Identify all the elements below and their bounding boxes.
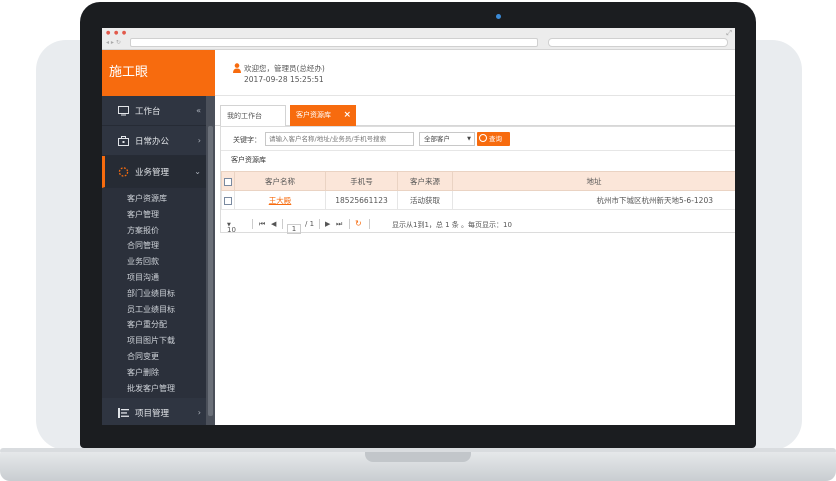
keyword-label: 关键字： [233,136,261,144]
close-icon[interactable]: × [343,105,351,125]
pagination-summary: 显示从1到1，总 1 条 。每页显示：10 [392,221,512,229]
column-header[interactable]: 客户来源 [397,171,453,191]
submenu-item[interactable]: 客户资源库 [102,191,206,207]
last-page-icon[interactable]: ⏭ [336,220,342,229]
sidebar-item-label: 业务管理 [135,167,170,178]
address-bar[interactable] [130,38,538,47]
divider [369,219,370,229]
customer-filter-select[interactable]: 全部客户 ▼ [419,132,475,146]
page-size-select[interactable]: 10 ▼ [227,220,236,234]
laptop-shadow-right [752,40,802,450]
screen: ● ● ● ◂ ▸ ↻ ⤢ 施工眼 欢迎您，管理员(总经办) 2017-09-2… [102,28,735,425]
search-icon [479,134,487,142]
browser-search-box[interactable] [548,38,728,47]
caret-down-icon: ▼ [467,136,471,142]
select-all-cell [221,171,235,191]
page-total: / 1 [305,220,315,228]
chevron-down-icon: ⌄ [194,167,201,176]
sidebar-item-office[interactable]: 日常办公 › [102,126,206,156]
sidebar-item-project[interactable]: 项目管理 › [102,398,206,425]
prev-page-icon[interactable]: ◀ [271,220,276,228]
list-icon [118,407,129,418]
top-header: 欢迎您，管理员(总经办) 2017-09-28 15:25:51 [215,50,735,96]
table-row[interactable]: 王大殿 18525661123 活动获取 杭州市下城区杭州新天地5-6-1203 [221,190,735,210]
select-all-checkbox[interactable] [224,177,232,186]
submenu-item[interactable]: 项目沟通 [102,270,206,286]
browser-nav-arrows[interactable]: ◂ ▸ ↻ [106,39,121,46]
source-cell: 活动获取 [397,190,453,210]
submenu-item[interactable]: 合同管理 [102,238,206,254]
column-header[interactable]: 手机号 [325,171,398,191]
column-header[interactable]: 地址 [452,171,735,191]
page-number-value: 1 [287,224,301,234]
submenu-item[interactable]: 客户重分配 [102,317,206,333]
page-size-value: 10 [227,226,236,234]
main-content: 我的工作台 客户资源库 × 关键字： 请输入客户名称/地址/业务员/手机号搜索 … [215,96,735,425]
customer-pool-panel: 关键字： 请输入客户名称/地址/业务员/手机号搜索 全部客户 ▼ 查询 客户资源… [220,126,735,234]
divider [252,219,253,229]
submenu-item[interactable]: 业务回款 [102,254,206,270]
submenu-item[interactable]: 批发客户管理 [102,381,206,397]
scrollbar-thumb[interactable] [208,126,213,416]
select-value: 全部客户 [424,135,450,143]
query-button[interactable]: 查询 [477,132,510,146]
sidebar-item-workbench[interactable]: 工作台 « [102,96,206,126]
fullscreen-icon[interactable]: ⤢ [726,29,732,38]
welcome-text: 欢迎您，管理员(总经办) [244,64,325,73]
submenu-item[interactable]: 客户删除 [102,365,206,381]
row-select-cell [221,190,235,210]
submenu-item[interactable]: 部门业绩目标 [102,286,206,302]
refresh-icon[interactable]: ↻ [355,219,362,228]
tab-label: 客户资源库 [296,111,331,119]
tab-bar: 我的工作台 客户资源库 × [215,96,735,126]
customer-table: 客户名称 手机号 客户来源 地址 王大殿 18525661123 活动获取 杭州… [221,171,735,210]
briefcase-icon [118,135,129,146]
submenu-item[interactable]: 方案报价 [102,223,206,239]
pagination-bar: 10 ▼ ⏮ ◀ 1 / 1 ▶ ⏭ ↻ 显示从1到1，总 1 条 。每页显示：… [221,214,735,234]
table-header-row: 客户名称 手机号 客户来源 地址 [221,171,735,191]
phone-cell: 18525661123 [325,190,398,210]
address-cell: 杭州市下城区杭州新天地5-6-1203 [452,190,735,210]
submenu-item[interactable]: 合同变更 [102,349,206,365]
collapse-sidebar-icon[interactable]: « [196,106,201,115]
sidebar-scrollbar[interactable] [206,96,215,425]
search-input[interactable]: 请输入客户名称/地址/业务员/手机号搜索 [265,132,414,146]
browser-chrome: ● ● ● ◂ ▸ ↻ ⤢ [102,28,735,50]
submenu-item[interactable]: 项目图片下载 [102,333,206,349]
sidebar: 工作台 « 日常办公 › 业务管理 ⌄ 客户资源库 客户管理 方案报价 合同管理… [102,96,206,425]
tab-my-workbench[interactable]: 我的工作台 [220,105,286,126]
laptop-notch [365,452,471,462]
chevron-right-icon: › [197,136,201,145]
divider [349,219,350,229]
window-controls[interactable]: ● ● ● [106,30,127,36]
user-icon [233,63,241,73]
section-title: 客户资源库 [231,156,266,164]
sidebar-item-label: 工作台 [135,106,161,117]
spinner-icon [118,166,129,177]
next-page-icon[interactable]: ▶ [325,220,330,228]
search-bar: 关键字： 请输入客户名称/地址/业务员/手机号搜索 全部客户 ▼ 查询 [221,127,735,151]
business-submenu: 客户资源库 客户管理 方案报价 合同管理 业务回款 项目沟通 部门业绩目标 员工… [102,188,206,399]
camera-dot [496,14,501,19]
monitor-icon [118,105,129,115]
sidebar-item-business[interactable]: 业务管理 ⌄ [102,156,206,188]
column-header[interactable]: 客户名称 [234,171,326,191]
submenu-item[interactable]: 员工业绩目标 [102,302,206,318]
first-page-icon[interactable]: ⏮ [259,220,265,229]
chevron-right-icon: › [197,408,201,418]
row-checkbox[interactable] [224,196,232,205]
divider [282,219,283,229]
divider [319,219,320,229]
submenu-item[interactable]: 客户管理 [102,207,206,223]
query-button-label: 查询 [489,135,502,143]
customer-name-cell: 王大殿 [234,190,326,210]
sidebar-item-label: 项目管理 [135,408,170,419]
current-datetime: 2017-09-28 15:25:51 [244,75,324,84]
laptop-shadow-left [36,40,86,450]
customer-name-link[interactable]: 王大殿 [269,196,292,205]
sidebar-item-label: 日常办公 [135,136,170,147]
app-brand: 施工眼 [102,50,215,96]
tab-customer-pool[interactable]: 客户资源库 × [290,105,356,126]
